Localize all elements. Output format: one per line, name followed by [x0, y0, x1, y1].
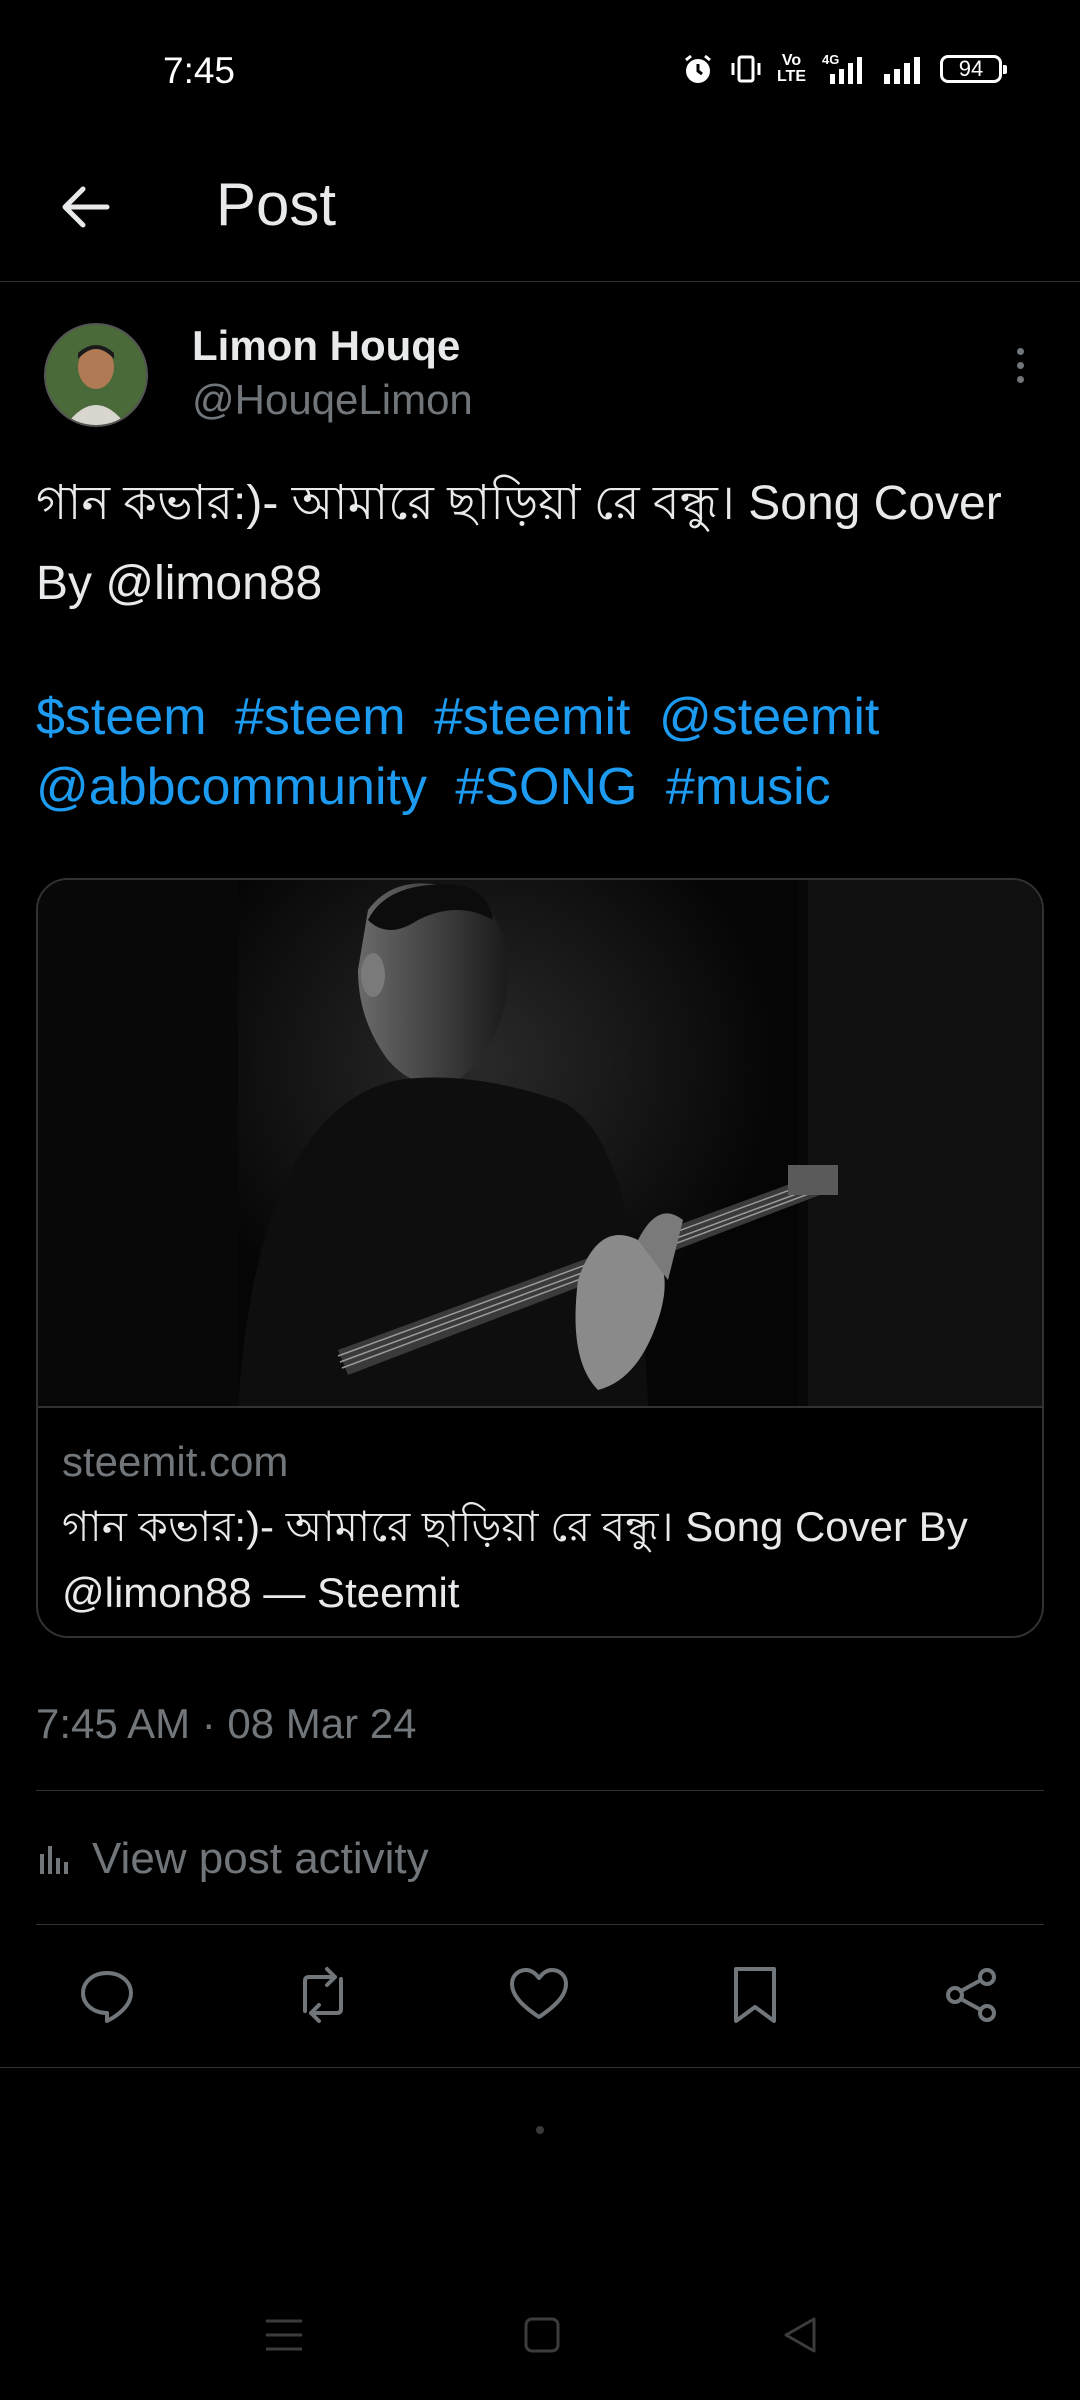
alarm-icon	[685, 54, 711, 83]
like-icon	[510, 1968, 568, 2019]
system-nav-bar	[0, 2290, 1080, 2380]
more-dot-icon	[1016, 375, 1024, 383]
card-title: গান কভার:)- আমারে ছাড়িয়া রে বন্ধু। Son…	[62, 1503, 968, 1616]
share-icon	[946, 1968, 996, 2022]
page-title: Post	[216, 171, 337, 238]
svg-text:4G: 4G	[822, 52, 839, 67]
status-icons: Vo LTE 4G 94	[681, 52, 1007, 86]
arrow-left-icon	[62, 186, 110, 228]
recents-button[interactable]	[254, 2310, 314, 2360]
activity-label: View post activity	[92, 1834, 429, 1883]
bookmark-button[interactable]	[720, 1960, 790, 2030]
action-bar	[0, 1924, 1080, 2068]
post-tags: $steem #steem #steemit @steemit @abbcomm…	[36, 682, 1046, 822]
repost-button[interactable]	[288, 1960, 358, 2030]
more-options-button[interactable]	[1000, 340, 1040, 390]
card-domain: steemit.com	[62, 1438, 289, 1485]
tag-link[interactable]: @abbcommunity	[36, 758, 427, 816]
signal-4g-icon: 4G	[822, 52, 862, 84]
page-indicator	[536, 2126, 544, 2134]
status-time: 7:45	[163, 50, 236, 91]
view-post-activity[interactable]: View post activity	[36, 1834, 429, 1884]
tag-link[interactable]: @steemit	[659, 688, 879, 746]
link-card[interactable]: steemit.com গান কভার:)- আমারে ছাড়িয়া র…	[36, 878, 1044, 1638]
like-button[interactable]	[504, 1960, 574, 2030]
post-timestamp: 7:45 AM · 08 Mar 24	[36, 1700, 417, 1747]
more-dot-icon	[1016, 361, 1024, 369]
vibrate-icon	[731, 55, 761, 83]
menu-icon	[266, 2319, 302, 2351]
reply-icon	[81, 1971, 133, 2023]
share-button[interactable]	[936, 1960, 1006, 2030]
analytics-icon	[40, 1846, 68, 1874]
card-image	[38, 880, 1042, 1406]
avatar[interactable]	[44, 323, 148, 427]
avatar-image	[46, 325, 146, 425]
home-button[interactable]	[512, 2310, 572, 2360]
divider	[36, 1790, 1044, 1791]
tag-link[interactable]: #music	[666, 758, 831, 816]
bookmark-icon	[734, 1967, 776, 2023]
tag-link[interactable]: #steemit	[434, 688, 631, 746]
card-info: steemit.com গান কভার:)- আমারে ছাড়িয়া র…	[38, 1406, 1042, 1636]
square-icon	[524, 2317, 560, 2353]
tag-link[interactable]: #steem	[235, 688, 406, 746]
header: Post	[0, 140, 1080, 282]
tag-link[interactable]: #SONG	[455, 758, 637, 816]
repost-icon	[303, 1967, 343, 2023]
signal-icon	[884, 57, 920, 84]
triangle-back-icon	[784, 2317, 816, 2353]
author-name[interactable]: Limon Houqe	[192, 322, 460, 370]
status-bar: 7:45 Vo LTE 4G 94	[0, 0, 1080, 140]
tag-link[interactable]: $steem	[36, 688, 207, 746]
post-text: গান কভার:)- আমারে ছাড়িয়া রে বন্ধু। Son…	[36, 477, 1002, 610]
volte-icon: Vo LTE	[776, 52, 806, 85]
reply-button[interactable]	[72, 1960, 142, 2030]
back-button[interactable]	[50, 172, 120, 242]
author-handle[interactable]: @HouqeLimon	[192, 376, 473, 424]
battery-icon: 94	[940, 55, 1007, 83]
more-dot-icon	[1016, 347, 1024, 355]
back-nav-button[interactable]	[770, 2310, 830, 2360]
